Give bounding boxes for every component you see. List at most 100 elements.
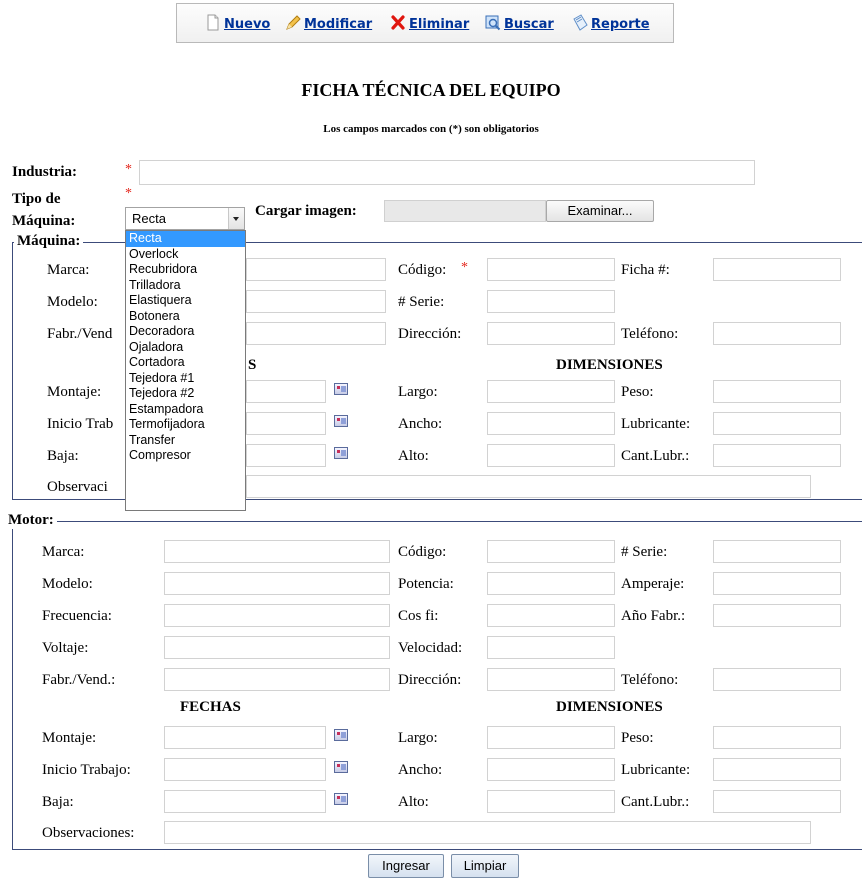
mot-velocidad-input[interactable] xyxy=(487,636,615,659)
chevron-down-icon[interactable] xyxy=(228,208,244,229)
maq-ficha-label: Ficha #: xyxy=(621,262,670,278)
tipo-required-mark: * xyxy=(125,186,132,201)
mot-ancho-label: Ancho: xyxy=(398,762,443,778)
mot-montaje-input[interactable] xyxy=(164,726,326,749)
mot-telefono-label: Teléfono: xyxy=(621,672,679,688)
maq-montaje-input[interactable] xyxy=(246,380,326,403)
maq-direccion-label: Dirección: xyxy=(398,326,462,342)
mot-cosfi-label: Cos fi: xyxy=(398,608,439,624)
dropdown-option[interactable]: Ojaladora xyxy=(126,340,245,356)
maq-peso-input[interactable] xyxy=(713,380,841,403)
modificar-label: Modificar xyxy=(304,17,373,32)
mot-ancho-input[interactable] xyxy=(487,758,615,781)
dropdown-option[interactable]: Transfer xyxy=(126,433,245,449)
mot-cant-label: Cant.Lubr.: xyxy=(621,794,690,810)
maq-observ-label: Observaci xyxy=(47,479,108,495)
mot-marca-input[interactable] xyxy=(164,540,390,563)
dropdown-option[interactable]: Botonera xyxy=(126,309,245,325)
dropdown-option[interactable]: Elastiquera xyxy=(126,293,245,309)
calendar-icon[interactable] xyxy=(334,793,348,805)
mot-anio-input[interactable] xyxy=(713,604,841,627)
ingresar-button[interactable]: Ingresar xyxy=(368,854,444,878)
mot-serie-input[interactable] xyxy=(713,540,841,563)
maq-modelo-label: Modelo: xyxy=(47,294,98,310)
maq-baja-input[interactable] xyxy=(246,444,326,467)
maq-fabr-label: Fabr./Vend xyxy=(47,326,113,342)
maq-ficha-input[interactable] xyxy=(713,258,841,281)
maq-inicio-input[interactable] xyxy=(246,412,326,435)
mot-codigo-input[interactable] xyxy=(487,540,615,563)
tipo-maquina-select[interactable]: Recta xyxy=(125,207,245,230)
dropdown-option[interactable]: Compresor xyxy=(126,448,245,464)
mot-fabr-input[interactable] xyxy=(164,668,390,691)
mot-direccion-input[interactable] xyxy=(487,668,615,691)
mot-velocidad-label: Velocidad: xyxy=(398,640,463,656)
tipo-maquina-dropdown[interactable]: Recta Overlock Recubridora Trilladora El… xyxy=(125,230,246,511)
delete-x-icon xyxy=(390,14,406,31)
buscar-button[interactable]: Buscar xyxy=(485,14,554,36)
dropdown-option[interactable]: Overlock xyxy=(126,247,245,263)
maq-largo-input[interactable] xyxy=(487,380,615,403)
maq-alto-input[interactable] xyxy=(487,444,615,467)
file-path-field[interactable] xyxy=(384,200,546,222)
maq-direccion-input[interactable] xyxy=(487,322,615,345)
codigo-required-mark: * xyxy=(461,260,468,275)
mot-amperaje-label: Amperaje: xyxy=(621,576,685,592)
mot-largo-input[interactable] xyxy=(487,726,615,749)
limpiar-button[interactable]: Limpiar xyxy=(451,854,519,878)
dropdown-option[interactable]: Recta xyxy=(126,231,245,247)
calendar-icon[interactable] xyxy=(334,761,348,773)
eliminar-button[interactable]: Eliminar xyxy=(390,14,469,36)
maq-serie-input[interactable] xyxy=(487,290,615,313)
mot-cant-input[interactable] xyxy=(713,790,841,813)
maq-telefono-input[interactable] xyxy=(713,322,841,345)
calendar-icon[interactable] xyxy=(334,447,348,459)
mot-amperaje-input[interactable] xyxy=(713,572,841,595)
dropdown-option[interactable]: Recubridora xyxy=(126,262,245,278)
mot-cosfi-input[interactable] xyxy=(487,604,615,627)
mot-telefono-input[interactable] xyxy=(713,668,841,691)
mot-alto-input[interactable] xyxy=(487,790,615,813)
mot-frecuencia-input[interactable] xyxy=(164,604,390,627)
mot-potencia-input[interactable] xyxy=(487,572,615,595)
maq-marca-label: Marca: xyxy=(47,262,90,278)
mot-lubricante-input[interactable] xyxy=(713,758,841,781)
tipo-label-line2: Máquina: xyxy=(12,213,76,229)
maq-fechas-heading: S xyxy=(248,357,257,373)
dropdown-option[interactable]: Tejedora #1 xyxy=(126,371,245,387)
maq-codigo-input[interactable] xyxy=(487,258,615,281)
examinar-button[interactable]: Examinar... xyxy=(546,200,654,222)
nuevo-button[interactable]: Nuevo xyxy=(205,14,270,36)
calendar-icon[interactable] xyxy=(334,383,348,395)
maq-ancho-input[interactable] xyxy=(487,412,615,435)
mot-observ-input[interactable] xyxy=(164,821,811,844)
maq-fabr-input[interactable] xyxy=(246,322,386,345)
mot-baja-input[interactable] xyxy=(164,790,326,813)
calendar-icon[interactable] xyxy=(334,729,348,741)
industria-input[interactable] xyxy=(139,160,755,185)
reporte-button[interactable]: Reporte xyxy=(572,14,650,36)
mot-observ-label: Observaciones: xyxy=(42,825,135,841)
maq-cant-input[interactable] xyxy=(713,444,841,467)
dropdown-option[interactable]: Trilladora xyxy=(126,278,245,294)
eliminar-label: Eliminar xyxy=(409,17,470,32)
mot-modelo-input[interactable] xyxy=(164,572,390,595)
maq-modelo-input[interactable] xyxy=(246,290,386,313)
maq-observ-input[interactable] xyxy=(246,475,811,498)
dropdown-option[interactable]: Tejedora #2 xyxy=(126,386,245,402)
maq-cant-label: Cant.Lubr.: xyxy=(621,448,690,464)
modificar-button[interactable]: Modificar xyxy=(285,14,372,36)
dropdown-option[interactable]: Decoradora xyxy=(126,324,245,340)
mot-voltaje-input[interactable] xyxy=(164,636,390,659)
maq-marca-input[interactable] xyxy=(246,258,386,281)
maq-lubricante-input[interactable] xyxy=(713,412,841,435)
mot-inicio-input[interactable] xyxy=(164,758,326,781)
dropdown-option[interactable]: Cortadora xyxy=(126,355,245,371)
mot-frecuencia-label: Frecuencia: xyxy=(42,608,112,624)
maq-ancho-label: Ancho: xyxy=(398,416,443,432)
mot-baja-label: Baja: xyxy=(42,794,74,810)
mot-peso-input[interactable] xyxy=(713,726,841,749)
dropdown-option[interactable]: Estampadora xyxy=(126,402,245,418)
calendar-icon[interactable] xyxy=(334,415,348,427)
dropdown-option[interactable]: Termofijadora xyxy=(126,417,245,433)
